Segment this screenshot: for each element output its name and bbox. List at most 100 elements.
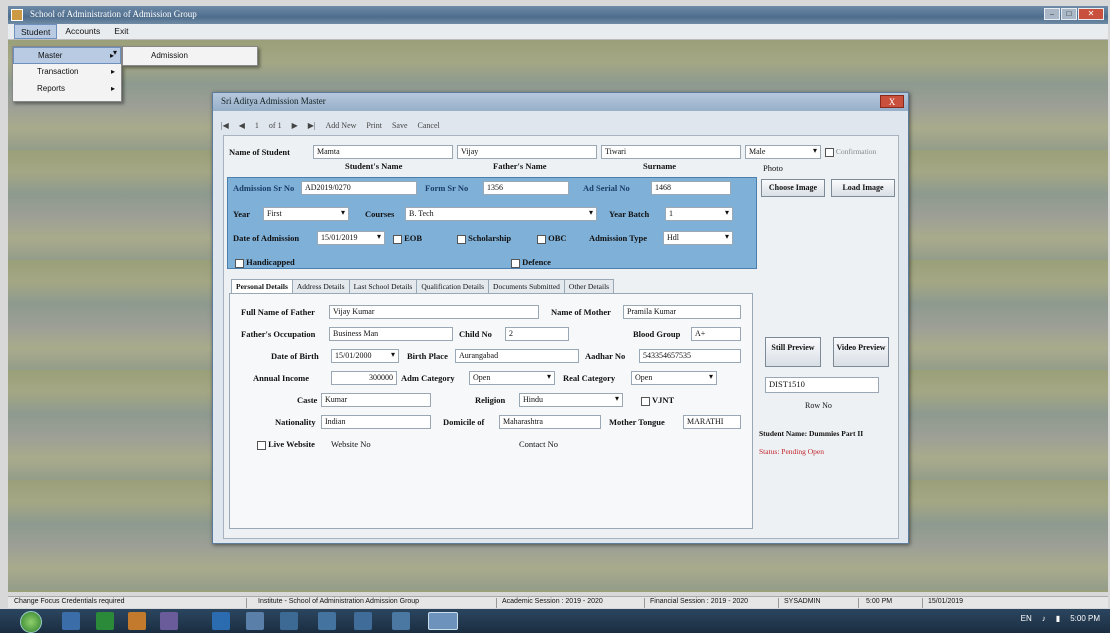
status-divider: [778, 598, 779, 608]
year-batch-select[interactable]: 1: [665, 207, 733, 221]
network-icon[interactable]: ▮: [1056, 614, 1060, 623]
form-sr-field[interactable]: 1356: [483, 181, 569, 195]
live-website-checkbox[interactable]: Live Website: [257, 439, 315, 450]
tab-last-school-details[interactable]: Last School Details: [348, 279, 418, 293]
menu-exit[interactable]: Exit: [108, 24, 134, 39]
first-name-field[interactable]: Mamta: [313, 145, 453, 159]
admission-type-select[interactable]: Hdl: [663, 231, 733, 245]
nationality-field[interactable]: Indian: [321, 415, 431, 429]
status-text: Status: Pending Open: [759, 447, 824, 456]
last-name-field[interactable]: Tiwari: [601, 145, 741, 159]
menu-item-transaction[interactable]: Transaction ▸: [13, 64, 121, 81]
religion-select[interactable]: Hindu: [519, 393, 623, 407]
maximize-icon[interactable]: □: [1061, 8, 1077, 20]
start-button-icon[interactable]: [20, 611, 42, 633]
admission-sr-field[interactable]: AD2019/0270: [301, 181, 417, 195]
still-preview-button[interactable]: Still Preview: [765, 337, 821, 367]
father-full-name-label: Full Name of Father: [241, 307, 315, 317]
record-toolbar: |◀ ◀ 1 of 1 ▶ ▶| Add New Print Save Canc…: [221, 117, 440, 133]
father-full-name-field[interactable]: Vijay Kumar: [329, 305, 539, 319]
eob-label: EOB: [404, 233, 423, 243]
date-of-admission-label: Date of Admission: [233, 233, 300, 243]
detail-tabs: Personal Details Address Details Last Sc…: [231, 279, 615, 293]
choose-image-button[interactable]: Choose Image: [761, 179, 825, 197]
browser-icon[interactable]: [212, 612, 230, 630]
caste-field[interactable]: Kumar: [321, 393, 431, 407]
date-of-admission-picker[interactable]: 15/01/2019: [317, 231, 385, 245]
tab-other-details[interactable]: Other Details: [563, 279, 615, 293]
confirmation-checkbox[interactable]: Confirmation: [825, 147, 876, 157]
active-app-icon[interactable]: [428, 612, 458, 630]
domicile-field[interactable]: Maharashtra: [499, 415, 601, 429]
mother-tongue-label: Mother Tongue: [609, 417, 665, 427]
video-preview-button[interactable]: Video Preview: [833, 337, 889, 367]
app-icon-orange[interactable]: [128, 612, 146, 630]
mother-name-field[interactable]: Pramila Kumar: [623, 305, 741, 319]
menu-accounts[interactable]: Accounts: [59, 24, 106, 39]
defence-checkbox[interactable]: Defence: [511, 257, 551, 268]
real-category-label: Real Category: [563, 373, 616, 383]
minimize-icon[interactable]: –: [1044, 8, 1060, 20]
window-icon[interactable]: [354, 612, 372, 630]
app-icon-green[interactable]: [96, 612, 114, 630]
add-new-button[interactable]: Add New: [326, 121, 357, 130]
child-no-field[interactable]: 2: [505, 327, 569, 341]
dob-picker[interactable]: 15/01/2000: [331, 349, 399, 363]
close-icon[interactable]: ✕: [1078, 8, 1104, 20]
explorer-icon[interactable]: [62, 612, 80, 630]
adm-category-label: Adm Category: [401, 373, 455, 383]
checkbox-icon: [825, 147, 834, 157]
load-image-button[interactable]: Load Image: [831, 179, 895, 197]
last-record-button[interactable]: ▶|: [308, 121, 316, 130]
print-button[interactable]: Print: [366, 121, 382, 130]
courses-select[interactable]: B. Tech: [405, 207, 597, 221]
ad-serial-field[interactable]: 1468: [651, 181, 731, 195]
taskbar-clock[interactable]: 5:00 PM: [1070, 614, 1100, 623]
language-indicator[interactable]: EN: [1021, 614, 1032, 623]
handicapped-label: Handicapped: [246, 257, 295, 267]
cancel-button[interactable]: Cancel: [418, 121, 440, 130]
tab-personal-details[interactable]: Personal Details: [231, 279, 293, 293]
aadhar-field[interactable]: 543354657535: [639, 349, 741, 363]
admission-sr-label: Admission Sr No: [233, 183, 295, 193]
window-icon[interactable]: [246, 612, 264, 630]
next-record-button[interactable]: ▶: [292, 121, 298, 130]
adm-category-select[interactable]: Open: [469, 371, 555, 385]
window-icon[interactable]: [280, 612, 298, 630]
checkbox-icon: [641, 396, 650, 406]
blood-group-field[interactable]: A+: [691, 327, 741, 341]
handicapped-checkbox[interactable]: Handicapped: [235, 257, 295, 268]
menu-student[interactable]: Student: [14, 24, 58, 39]
prev-record-button[interactable]: ◀: [239, 121, 245, 130]
volume-icon[interactable]: ♪: [1042, 614, 1046, 623]
save-button[interactable]: Save: [392, 121, 408, 130]
tab-documents-submitted[interactable]: Documents Submitted: [488, 279, 565, 293]
father-occupation-field[interactable]: Business Man: [329, 327, 453, 341]
menu-item-master[interactable]: Master ▸: [13, 47, 121, 64]
live-website-label: Live Website: [268, 439, 315, 449]
mother-tongue-field[interactable]: MARATHI: [683, 415, 741, 429]
student-code-field[interactable]: DIST1510: [765, 377, 879, 393]
year-select[interactable]: First: [263, 207, 349, 221]
annual-income-field[interactable]: 300000: [331, 371, 397, 385]
status-academic: Academic Session : 2019 - 2020: [502, 598, 603, 605]
app-icon-purple[interactable]: [160, 612, 178, 630]
window-icon[interactable]: [392, 612, 410, 630]
tab-address-details[interactable]: Address Details: [291, 279, 350, 293]
vjnt-checkbox[interactable]: VJNT: [641, 395, 674, 406]
scholarship-checkbox[interactable]: Scholarship: [457, 233, 511, 244]
tab-qualification-details[interactable]: Qualification Details: [416, 279, 490, 293]
middle-name-field[interactable]: Vijay: [457, 145, 597, 159]
eob-checkbox[interactable]: EOB: [393, 233, 422, 244]
submenu-admission[interactable]: Admission: [122, 46, 258, 66]
first-record-button[interactable]: |◀: [221, 121, 229, 130]
menu-item-reports[interactable]: Reports ▸: [13, 81, 121, 98]
gender-select[interactable]: Male: [745, 145, 821, 159]
confirmation-label: Confirmation: [835, 147, 877, 156]
status-left: Change Focus Credentials required: [14, 598, 125, 605]
form-close-button[interactable]: X: [880, 95, 904, 108]
real-category-select[interactable]: Open: [631, 371, 717, 385]
window-icon[interactable]: [318, 612, 336, 630]
obc-checkbox[interactable]: OBC: [537, 233, 567, 244]
birth-place-field[interactable]: Aurangabad: [455, 349, 579, 363]
